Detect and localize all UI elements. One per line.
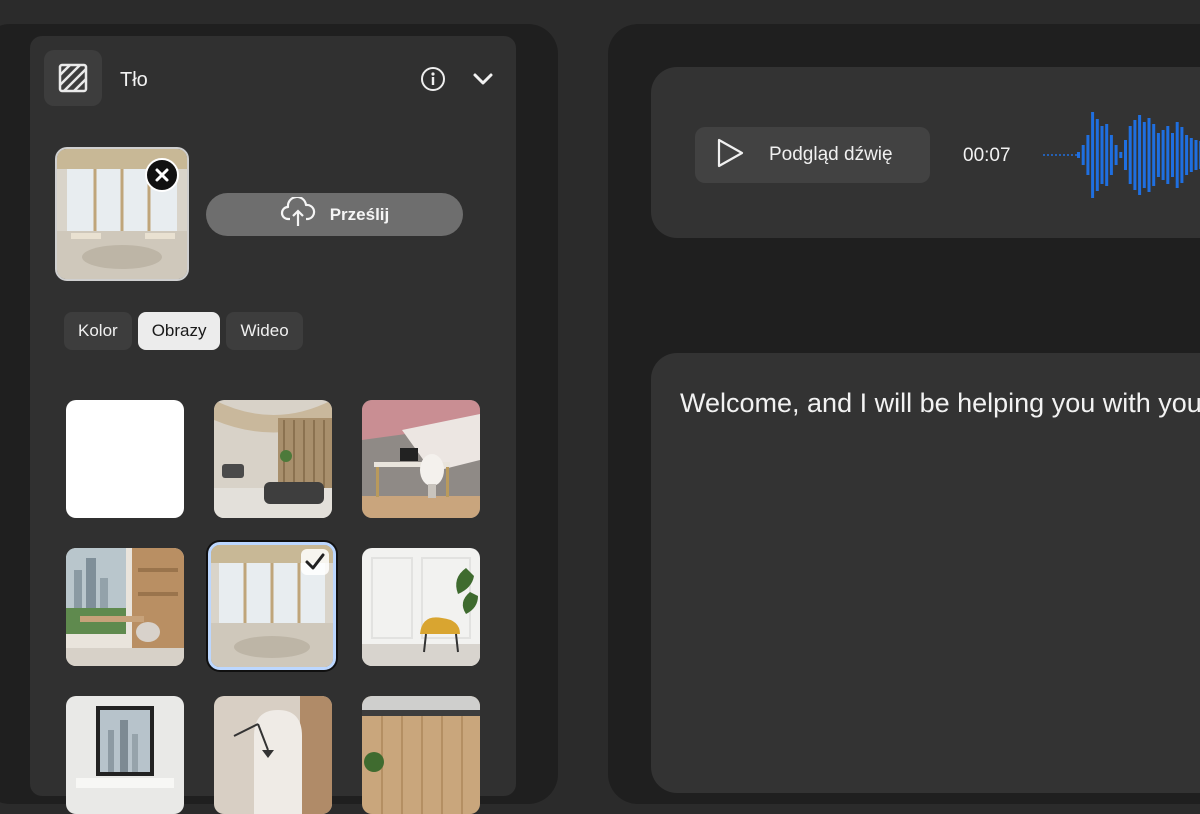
tab-kolor[interactable]: Kolor xyxy=(64,312,132,350)
play-icon xyxy=(715,138,745,173)
background-panel: Tło Prześlij Kolor Obrazy Wideo xyxy=(30,36,516,814)
image-tile-conference[interactable] xyxy=(66,696,184,814)
image-tile-lounge[interactable] xyxy=(214,400,332,518)
tab-wideo[interactable]: Wideo xyxy=(226,312,303,350)
chevron-down-icon[interactable] xyxy=(471,67,495,91)
script-card xyxy=(651,353,1200,793)
upload-label: Prześlij xyxy=(329,204,390,224)
tab-obrazy[interactable]: Obrazy xyxy=(137,312,221,350)
audio-time: 00:07 xyxy=(963,145,1011,166)
audio-preview-button[interactable]: Podgląd dźwię xyxy=(695,127,930,183)
image-tile-city-view[interactable] xyxy=(66,548,184,666)
image-tile-wood-meeting[interactable] xyxy=(362,696,480,814)
background-type-tabs: Kolor Obrazy Wideo xyxy=(64,312,303,350)
audio-waveform[interactable] xyxy=(1043,108,1200,202)
image-tile-bright-window[interactable] xyxy=(208,542,336,670)
image-tile-blank[interactable] xyxy=(66,400,184,518)
cloud-upload-icon xyxy=(280,195,316,232)
panel-title: Tło xyxy=(120,69,148,91)
info-icon[interactable] xyxy=(420,66,446,92)
image-tile-white-armchair[interactable] xyxy=(362,548,480,666)
checkmark-icon xyxy=(301,549,329,575)
close-icon[interactable] xyxy=(145,158,179,192)
upload-button[interactable]: Prześlij xyxy=(206,193,463,236)
background-pattern-icon xyxy=(44,50,102,106)
audio-preview-label: Podgląd dźwię xyxy=(769,144,893,165)
image-tile-pink-desk[interactable] xyxy=(362,400,480,518)
image-tile-arch-lamp[interactable] xyxy=(214,696,332,814)
script-text[interactable]: Welcome, and I will be helping you with … xyxy=(680,388,1200,419)
